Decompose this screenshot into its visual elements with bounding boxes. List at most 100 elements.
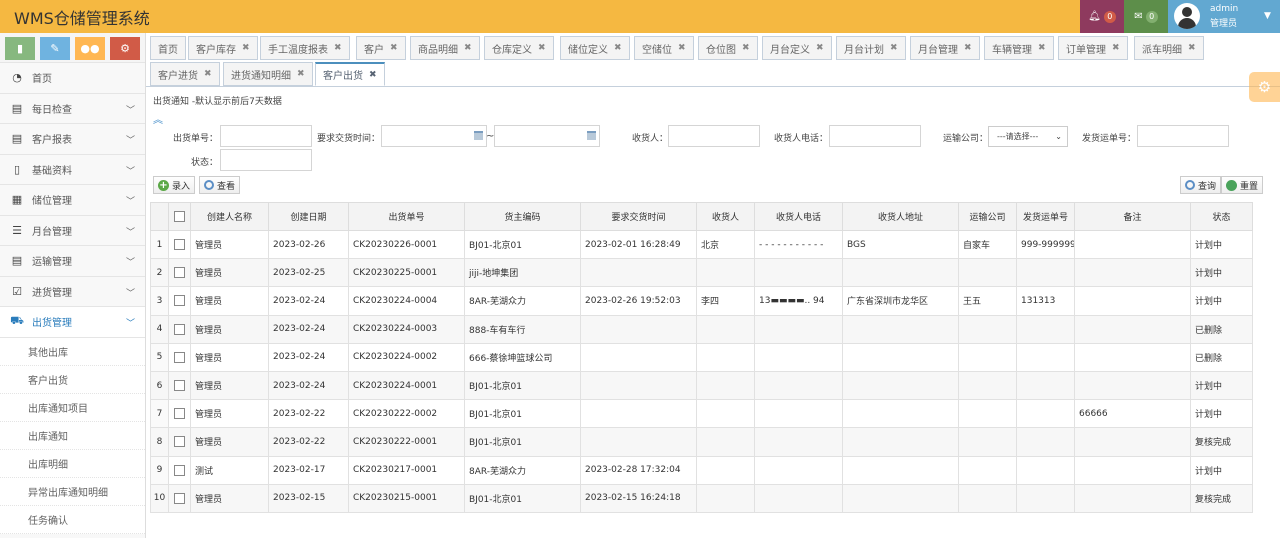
tab-vehicle-manage[interactable]: 车辆管理 ✖ bbox=[984, 36, 1054, 60]
submenu-outbound-detail[interactable]: 出库明细 bbox=[0, 449, 145, 478]
table-row[interactable]: 3 管理员 2023-02-24 CK20230224-0004 8AR-芜湖众力 202… bbox=[150, 286, 1253, 316]
submenu-abnormal-outbound[interactable]: 异常出库通知明细 bbox=[0, 477, 145, 506]
status-input[interactable] bbox=[220, 149, 312, 171]
sidebar-item-home[interactable]: ◔ 首页 bbox=[0, 63, 145, 94]
tab-customer-outbound[interactable]: 客户出货 ✖ bbox=[315, 62, 385, 86]
calendar-icon[interactable] bbox=[587, 131, 596, 140]
close-icon[interactable]: ✖ bbox=[297, 69, 305, 79]
sidebar-item-inbound[interactable]: ☑ 进货管理 ﹀ bbox=[0, 276, 145, 307]
sidebar-item-customer-report[interactable]: ▤ 客户报表 ﹀ bbox=[0, 124, 145, 155]
close-icon[interactable]: ✖ bbox=[390, 43, 398, 53]
tab-empty-location[interactable]: 空储位 ✖ bbox=[634, 36, 694, 60]
table-row[interactable]: 1 管理员 2023-02-26 CK20230226-0001 BJ01-北京01 20… bbox=[150, 229, 1253, 260]
shortcut-edit-button[interactable]: ✎ bbox=[40, 37, 70, 60]
sidebar-item-transport[interactable]: ▤ 运输管理 ﹀ bbox=[0, 246, 145, 277]
reset-button[interactable]: 重置 bbox=[1221, 176, 1264, 194]
row-checkbox[interactable] bbox=[168, 229, 191, 260]
close-icon[interactable]: ✖ bbox=[678, 43, 686, 53]
row-checkbox[interactable] bbox=[168, 483, 191, 513]
column-header[interactable]: 发货运单号 bbox=[1016, 202, 1075, 231]
tab-temperature-report[interactable]: 手工温度报表 ✖ bbox=[260, 36, 350, 60]
tab-location-map[interactable]: 仓位图 ✖ bbox=[698, 36, 758, 60]
tab-dock-plan[interactable]: 月台计划 ✖ bbox=[836, 36, 906, 60]
close-icon[interactable]: ✖ bbox=[204, 69, 212, 79]
submenu-other-outbound[interactable]: 其他出库 bbox=[0, 337, 145, 366]
view-button[interactable]: 查看 bbox=[199, 176, 241, 194]
sidebar-item-basic-data[interactable]: ▯ 基础资料 ﹀ bbox=[0, 154, 145, 185]
close-icon[interactable]: ✖ bbox=[334, 43, 342, 53]
notifications-button[interactable]: 🔔︎ 0 bbox=[1080, 0, 1124, 33]
row-checkbox[interactable] bbox=[168, 455, 191, 485]
column-header[interactable]: 创建人名称 bbox=[190, 202, 269, 231]
row-checkbox[interactable] bbox=[168, 258, 191, 288]
receiver-phone-input[interactable] bbox=[829, 125, 921, 147]
ship-no-input[interactable] bbox=[1137, 125, 1229, 147]
row-checkbox[interactable] bbox=[168, 370, 191, 401]
query-button[interactable]: 查询 bbox=[1180, 176, 1222, 194]
column-header[interactable]: 收货人电话 bbox=[754, 202, 843, 231]
shortcut-chart-button[interactable]: ▮ bbox=[5, 37, 35, 60]
calendar-icon[interactable] bbox=[474, 131, 483, 140]
close-icon[interactable]: ✖ bbox=[816, 43, 824, 53]
close-icon[interactable]: ✖ bbox=[1188, 43, 1196, 53]
messages-button[interactable]: ✉ 0 bbox=[1124, 0, 1168, 33]
table-row[interactable]: 4 管理员 2023-02-24 CK20230224-0003 888-车有车行 已删除 bbox=[150, 314, 1253, 344]
tab-product-detail[interactable]: 商品明细 ✖ bbox=[410, 36, 480, 60]
close-icon[interactable]: ✖ bbox=[742, 43, 750, 53]
column-header[interactable]: 运输公司 bbox=[958, 202, 1017, 231]
close-icon[interactable]: ✖ bbox=[1112, 43, 1120, 53]
submenu-outbound-notice[interactable]: 出库通知 bbox=[0, 421, 145, 450]
tab-customer-stock[interactable]: 客户库存 ✖ bbox=[188, 36, 258, 60]
tab-inbound-notice-detail[interactable]: 进货通知明细 ✖ bbox=[223, 62, 313, 86]
row-checkbox[interactable] bbox=[168, 314, 191, 344]
tab-customer-inbound[interactable]: 客户进货 ✖ bbox=[150, 62, 220, 86]
tab-location-def[interactable]: 储位定义 ✖ bbox=[560, 36, 630, 60]
receiver-input[interactable] bbox=[668, 125, 760, 147]
user-menu[interactable]: admin 管理员 ▼ bbox=[1168, 0, 1280, 33]
column-header[interactable]: 出货单号 bbox=[348, 202, 465, 231]
select-all-checkbox[interactable] bbox=[168, 202, 191, 231]
submenu-outbound-notice-item[interactable]: 出库通知项目 bbox=[0, 393, 145, 422]
close-icon[interactable]: ✖ bbox=[464, 43, 472, 53]
tab-dispatch-detail[interactable]: 派车明细 ✖ bbox=[1134, 36, 1204, 60]
tab-dock-def[interactable]: 月台定义 ✖ bbox=[762, 36, 832, 60]
shortcut-settings-button[interactable]: ⚙ bbox=[110, 37, 140, 60]
row-checkbox[interactable] bbox=[168, 399, 191, 429]
add-button[interactable]: + 录入 bbox=[153, 176, 196, 194]
column-header[interactable]: 创建日期 bbox=[268, 202, 349, 231]
close-icon[interactable]: ✖ bbox=[369, 70, 377, 80]
tab-home[interactable]: 首页 bbox=[150, 36, 186, 60]
carrier-select[interactable]: ---请选择--- ⌄ bbox=[988, 126, 1068, 147]
submenu-customer-outbound[interactable]: 客户出货 bbox=[0, 365, 145, 394]
column-header[interactable]: 货主编码 bbox=[464, 202, 581, 231]
row-checkbox[interactable] bbox=[168, 342, 191, 372]
order-no-input[interactable] bbox=[220, 125, 312, 147]
column-header[interactable]: 收货人地址 bbox=[842, 202, 959, 231]
close-icon[interactable]: ✖ bbox=[538, 43, 546, 53]
column-header[interactable]: 状态 bbox=[1190, 202, 1253, 231]
sidebar-item-dock[interactable]: ☰ 月台管理 ﹀ bbox=[0, 215, 145, 246]
table-row[interactable]: 7 管理员 2023-02-22 CK20230222-0002 BJ01-北京01 66… bbox=[150, 399, 1253, 429]
tab-customer[interactable]: 客户 ✖ bbox=[356, 36, 406, 60]
column-header[interactable]: 要求交货时间 bbox=[580, 202, 697, 231]
close-icon[interactable]: ✖ bbox=[614, 43, 622, 53]
table-row[interactable]: 6 管理员 2023-02-24 CK20230224-0001 BJ01-北京01 计划… bbox=[150, 370, 1253, 401]
table-row[interactable]: 9 测试 2023-02-17 CK20230217-0001 8AR-芜湖众力 2023… bbox=[150, 455, 1253, 485]
settings-panel-button[interactable]: ⚙ bbox=[1249, 72, 1280, 102]
row-checkbox[interactable] bbox=[168, 286, 191, 316]
table-row[interactable]: 8 管理员 2023-02-22 CK20230222-0001 BJ01-北京01 复核… bbox=[150, 427, 1253, 457]
tab-order-manage[interactable]: 订单管理 ✖ bbox=[1058, 36, 1128, 60]
column-header[interactable]: 收货人 bbox=[696, 202, 755, 231]
sidebar-item-outbound[interactable]: ⛟ 出货管理 ﹀ bbox=[0, 307, 145, 338]
sidebar-item-daily-check[interactable]: ▤ 每日检查 ﹀ bbox=[0, 93, 145, 124]
sidebar-item-location[interactable]: ▦ 储位管理 ﹀ bbox=[0, 185, 145, 216]
table-row[interactable]: 5 管理员 2023-02-24 CK20230224-0002 666-蔡徐坤篮球公司… bbox=[150, 342, 1253, 372]
row-checkbox[interactable] bbox=[168, 427, 191, 457]
shortcut-users-button[interactable]: ●● bbox=[75, 37, 105, 60]
req-time-end-input[interactable] bbox=[494, 125, 600, 147]
tab-warehouse-def[interactable]: 仓库定义 ✖ bbox=[484, 36, 554, 60]
submenu-task-confirm[interactable]: 任务确认 bbox=[0, 505, 145, 534]
tab-dock-manage[interactable]: 月台管理 ✖ bbox=[910, 36, 980, 60]
table-row[interactable]: 2 管理员 2023-02-25 CK20230225-0001 jiji-地坤集团 计划… bbox=[150, 258, 1253, 288]
table-row[interactable]: 10 管理员 2023-02-15 CK20230215-0001 BJ01-北京01 2… bbox=[150, 483, 1253, 513]
